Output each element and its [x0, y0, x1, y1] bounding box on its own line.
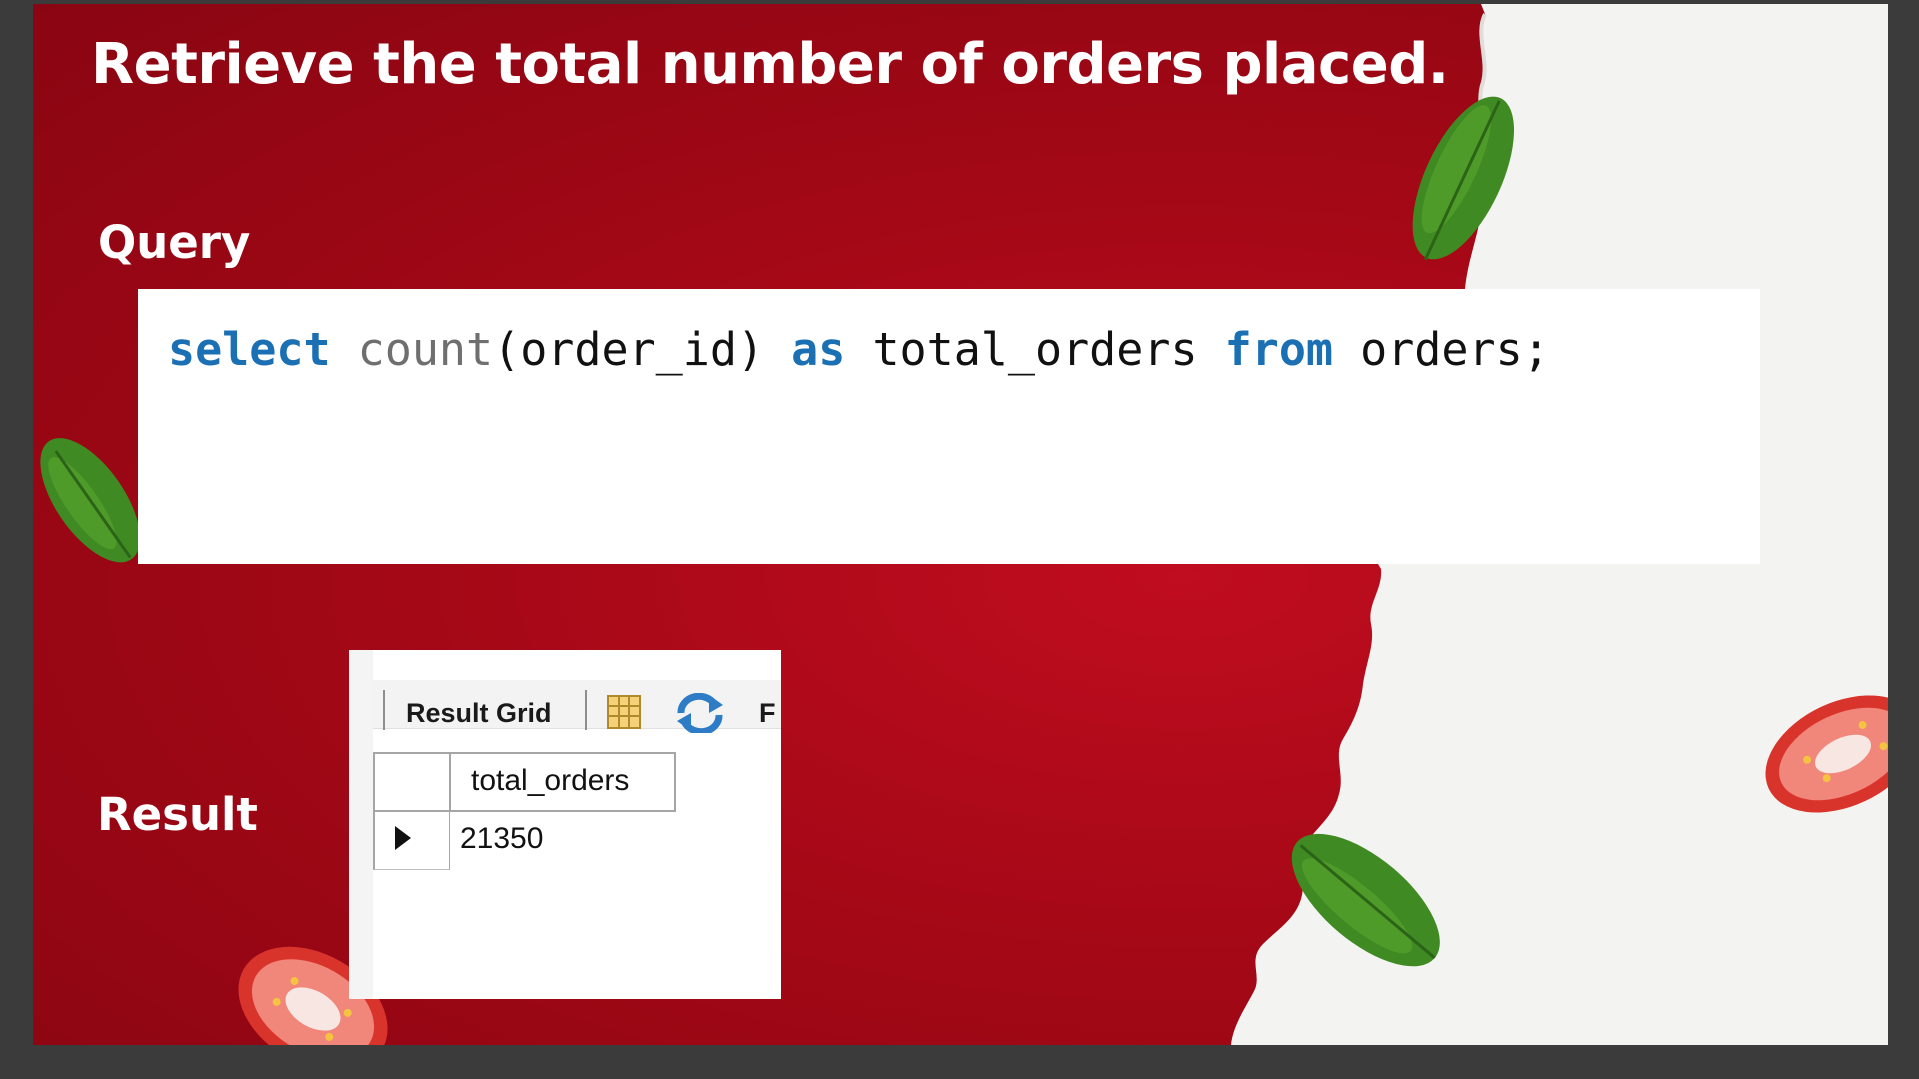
kw-as: as [791, 323, 846, 376]
kw-from: from [1224, 323, 1334, 376]
sql-code-line: select count(order_id) as total_orders f… [168, 323, 1550, 376]
refresh-icon[interactable] [675, 693, 725, 733]
table-corner-header [373, 752, 450, 812]
result-toolbar: Result Grid F [373, 680, 781, 733]
column-header-total-orders[interactable]: total_orders [450, 752, 676, 812]
table-cell-total-orders[interactable]: 21350 [450, 812, 676, 870]
slide-title: Retrieve the total number of orders plac… [91, 32, 1449, 97]
result-grid-tab[interactable]: Result Grid [406, 698, 552, 729]
table-name: orders; [1360, 323, 1550, 376]
result-heading: Result [97, 788, 258, 841]
result-grid-inner: Result Grid F total_orders 21350 [349, 650, 781, 999]
slide-frame: Retrieve the total number of orders plac… [0, 0, 1919, 1079]
kw-select: select [168, 323, 331, 376]
query-heading: Query [98, 216, 251, 269]
result-grid-panel: Result Grid F total_orders 21350 [349, 650, 781, 999]
result-left-bar [349, 650, 373, 999]
slide: Retrieve the total number of orders plac… [33, 4, 1888, 1045]
current-row-arrow-icon [395, 826, 411, 850]
count-argument: (order_id) [493, 323, 765, 376]
toolbar-separator [585, 690, 587, 730]
truncated-toolbar-label[interactable]: F [759, 698, 776, 729]
row-selector[interactable] [373, 812, 450, 870]
toolbar-separator [383, 690, 385, 730]
alias-name: total_orders [872, 323, 1198, 376]
fn-count: count [357, 323, 494, 376]
grid-view-icon[interactable] [606, 694, 642, 730]
sql-query-box: select count(order_id) as total_orders f… [138, 289, 1760, 564]
